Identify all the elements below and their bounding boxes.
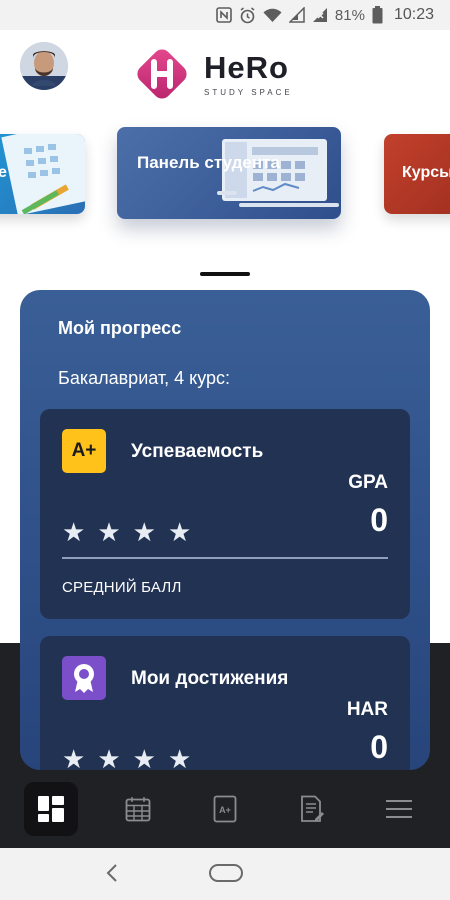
stat-value: 0 bbox=[370, 729, 388, 765]
stat-value: 0 bbox=[370, 502, 388, 538]
calendar-icon bbox=[125, 797, 151, 822]
stat-title: Мои достижения bbox=[131, 668, 289, 689]
battery-percent: 81% bbox=[334, 6, 365, 24]
divider bbox=[62, 557, 388, 559]
nav-dashboard[interactable] bbox=[24, 782, 79, 836]
nav-grades[interactable]: A+ bbox=[198, 782, 252, 836]
achievements-card[interactable]: Мои достижения HAR 0 ★ ★ ★ ★ bbox=[40, 636, 410, 770]
app-header: HeRo STUDY SPACE bbox=[0, 30, 450, 118]
carousel-card-student-panel[interactable]: Панель студента bbox=[117, 127, 341, 219]
ribbon-icon bbox=[62, 656, 106, 700]
star-icon: ★ bbox=[62, 517, 86, 547]
app-logo: HeRo STUDY SPACE bbox=[130, 42, 293, 106]
alarm-icon bbox=[239, 6, 256, 24]
carousel-card-courses[interactable]: Курсы bbox=[384, 134, 450, 214]
progress-subtitle: Бакалавриат, 4 курс: bbox=[58, 368, 231, 388]
wifi-icon bbox=[263, 8, 282, 23]
stat-code: HAR bbox=[346, 699, 388, 720]
grade-badge: A+ bbox=[62, 429, 106, 473]
nav-menu[interactable] bbox=[372, 782, 426, 836]
status-bar: 81% 10:23 bbox=[0, 0, 450, 30]
battery-icon bbox=[372, 6, 383, 24]
system-navigation bbox=[0, 848, 450, 900]
logo-title: HeRo bbox=[204, 49, 289, 85]
progress-panel[interactable]: Мой прогресс Бакалавриат, 4 курс: A+ Усп… bbox=[20, 290, 430, 770]
progress-title: Мой прогресс bbox=[58, 318, 182, 338]
gpa-card[interactable]: A+ Успеваемость GPA 0 ★ ★ ★ ★ СРЕДНИЙ БА… bbox=[40, 409, 410, 619]
document-edit-icon bbox=[300, 795, 324, 822]
nav-calendar[interactable] bbox=[111, 782, 165, 836]
carousel-card-label: Панель студента bbox=[137, 153, 280, 172]
star-icon: ★ bbox=[167, 744, 192, 770]
menu-carousel[interactable]: е Панель студента Курсы bbox=[0, 118, 450, 248]
carousel-card-label: Курсы bbox=[402, 164, 450, 181]
star-icon: ★ bbox=[132, 744, 156, 770]
signal-icon bbox=[312, 7, 328, 23]
logo-subtitle: STUDY SPACE bbox=[204, 87, 293, 97]
home-button[interactable] bbox=[209, 864, 243, 882]
stat-code: GPA bbox=[348, 472, 388, 493]
signal-icon bbox=[288, 7, 305, 23]
grades-icon: A+ bbox=[213, 795, 237, 823]
back-icon[interactable] bbox=[104, 862, 120, 884]
hero-logo-icon bbox=[137, 49, 187, 99]
laptop-illustration-icon bbox=[217, 139, 339, 207]
nfc-icon bbox=[216, 7, 232, 23]
star-icon: ★ bbox=[167, 517, 192, 547]
dashboard-icon bbox=[38, 796, 65, 822]
rating-stars: ★ ★ ★ ★ bbox=[62, 519, 191, 545]
rating-stars: ★ ★ ★ ★ bbox=[62, 746, 191, 770]
carousel-card-calendar[interactable]: е bbox=[0, 134, 85, 214]
star-icon: ★ bbox=[97, 517, 121, 547]
avatar[interactable] bbox=[20, 42, 68, 90]
svg-text:A+: A+ bbox=[219, 805, 231, 815]
calendar-illustration-icon bbox=[1, 134, 85, 214]
carousel-indicator bbox=[200, 272, 250, 276]
menu-icon bbox=[385, 800, 412, 818]
stat-footer: СРЕДНИЙ БАЛЛ bbox=[62, 579, 182, 596]
stat-title: Успеваемость bbox=[131, 441, 264, 462]
carousel-card-label: е bbox=[0, 164, 7, 181]
bottom-navigation: A+ bbox=[0, 770, 450, 848]
clock: 10:23 bbox=[393, 6, 434, 23]
nav-documents[interactable] bbox=[285, 782, 339, 836]
star-icon: ★ bbox=[97, 744, 121, 770]
star-icon: ★ bbox=[132, 517, 156, 547]
star-icon: ★ bbox=[62, 744, 86, 770]
